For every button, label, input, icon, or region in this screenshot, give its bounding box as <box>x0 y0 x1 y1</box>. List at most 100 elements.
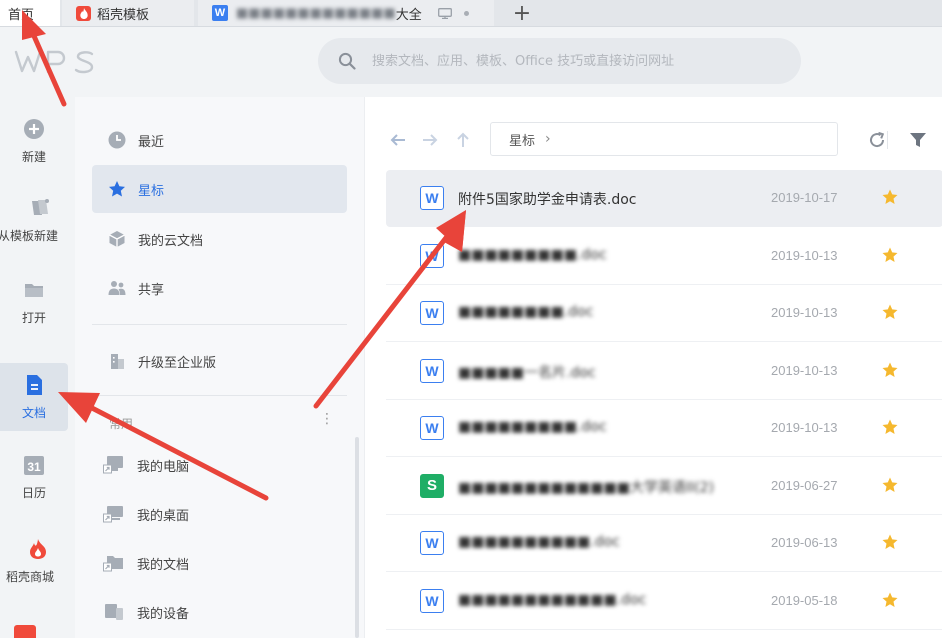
main-panel: 星标 › W 附件5国家助学金申请表.doc 2019-10-17 W ■■■■■■■■… <box>364 97 942 638</box>
scrollbar[interactable] <box>355 437 359 638</box>
nav-item-cloud-docs-label: 我的云文档 <box>138 233 204 249</box>
chevron-right-icon: › <box>545 131 551 147</box>
writer-doc-file-icon: W <box>420 588 444 613</box>
rail-calendar[interactable]: 31 日历 <box>0 443 68 511</box>
new-tab-button[interactable]: + <box>510 0 534 26</box>
file-name: ■■■■■■■■■■.doc <box>458 534 620 550</box>
svg-text:31: 31 <box>27 460 41 474</box>
tab-document-blurred-title: ■■■■■■■■■■■■■ <box>236 5 396 21</box>
file-row[interactable]: W 附件5国家助学金申请表.doc 2019-10-17 <box>386 170 942 227</box>
tab-home[interactable]: 首页 <box>0 0 60 26</box>
writer-doc-file-icon: W <box>420 531 444 555</box>
file-row[interactable]: W ■■■■■一名片.doc 2019-10-13 <box>386 343 942 400</box>
writer-doc-file-icon: W <box>420 186 444 210</box>
template-icon <box>32 198 49 215</box>
nav-item-upgrade-label: 升级至企业版 <box>138 355 217 371</box>
file-row[interactable]: W ■■■■■■■■.doc 2019-10-13 <box>386 285 942 342</box>
file-row[interactable]: W ■■■■■■■■■■■■.doc 2019-05-18 <box>386 573 942 630</box>
location-my-documents[interactable]: 我的文档 <box>103 543 333 583</box>
file-name: ■■■■■■■■■.doc <box>458 246 607 263</box>
search-bar[interactable] <box>318 38 801 84</box>
toolbar-separator <box>887 131 888 149</box>
location-my-devices[interactable]: 我的设备 <box>103 592 333 632</box>
location-my-desktop-label: 我的桌面 <box>137 508 190 524</box>
file-date: 2019-10-13 <box>771 305 838 320</box>
nav-item-cloud-docs[interactable]: 我的云文档 <box>92 215 347 263</box>
location-my-documents-label: 我的文档 <box>137 557 190 573</box>
more-options-icon[interactable]: ⋮ <box>320 411 334 427</box>
writer-doc-file-icon: W <box>420 301 444 325</box>
rail-documents[interactable]: 文档 <box>0 363 68 431</box>
nav-item-shared-label: 共享 <box>138 282 165 298</box>
nav-item-recent-label: 最近 <box>138 134 165 150</box>
location-my-devices-label: 我的设备 <box>137 606 190 622</box>
computer-shortcut-icon <box>103 456 123 474</box>
nav-item-shared[interactable]: 共享 <box>92 264 347 312</box>
file-name: ■■■■■■■■■■■■.doc <box>458 591 647 608</box>
refresh-icon[interactable] <box>867 130 887 150</box>
rail-documents-label: 文档 <box>21 405 46 420</box>
writer-doc-file-icon: W <box>420 358 444 383</box>
rail-docer-store[interactable]: 稻壳商城 <box>0 527 68 595</box>
spreadsheet-file-icon: S <box>420 473 444 498</box>
search-icon <box>338 52 356 70</box>
file-row[interactable]: W ■■■■■■■■■.doc 2019-10-13 <box>386 228 942 285</box>
left-rail: 新建 从模板新建 打开 文档 31 日历 稻壳商城 <box>0 97 75 638</box>
tab-document[interactable]: W ■■■■■■■■■■■■■ 大全 <box>198 0 494 26</box>
nav-item-starred-label: 星标 <box>138 183 165 199</box>
file-name: 附件5国家助学金申请表.doc <box>458 192 637 208</box>
up-arrow-icon[interactable] <box>454 131 472 149</box>
nav-item-starred[interactable]: 星标 <box>92 165 347 213</box>
file-date: 2019-06-13 <box>771 535 838 550</box>
star-icon[interactable] <box>881 303 899 321</box>
file-date: 2019-10-17 <box>771 190 838 205</box>
plus-circle-icon <box>24 118 44 139</box>
tab-home-label: 首页 <box>8 7 35 23</box>
location-my-computer[interactable]: 我的电脑 <box>103 445 333 485</box>
rail-new-from-template[interactable]: 从模板新建 <box>0 186 68 254</box>
tab-close-dot-icon[interactable] <box>463 10 469 16</box>
rail-open[interactable]: 打开 <box>0 268 68 336</box>
location-my-desktop[interactable]: 我的桌面 <box>103 494 333 534</box>
file-toolbar: 星标 › <box>365 121 942 159</box>
desktop-shortcut-icon <box>103 506 123 523</box>
file-row[interactable]: S ■■■■■■■■■■■■■大学英语II(2) 2019-06-27 <box>386 458 942 515</box>
star-icon[interactable] <box>881 188 899 206</box>
filter-icon[interactable] <box>908 130 928 150</box>
calendar-icon: 31 <box>24 455 44 475</box>
docer-store-icon <box>30 538 46 559</box>
file-name: ■■■■■一名片.doc <box>458 364 596 381</box>
writer-doc-file-icon: W <box>420 416 444 440</box>
building-icon <box>111 354 124 369</box>
back-arrow-icon[interactable] <box>389 131 407 149</box>
star-icon[interactable] <box>881 591 899 609</box>
forward-arrow-icon[interactable] <box>421 131 439 149</box>
file-row[interactable]: W ■■■■■■■■■■.doc 2019-06-13 <box>386 515 942 572</box>
star-icon[interactable] <box>881 246 899 264</box>
star-icon[interactable] <box>881 418 899 436</box>
location-my-computer-label: 我的电脑 <box>137 459 190 475</box>
tab-docer-templates[interactable]: 稻壳模板 <box>62 0 194 26</box>
document-icon <box>27 374 42 395</box>
file-date: 2019-10-13 <box>771 247 838 263</box>
star-icon[interactable] <box>881 533 899 551</box>
rail-new-label: 新建 <box>21 149 46 164</box>
rail-open-label: 打开 <box>21 310 46 325</box>
search-input[interactable] <box>370 52 774 70</box>
documents-folder-shortcut-icon <box>103 556 123 572</box>
nav-item-upgrade-enterprise[interactable]: 升级至企业版 <box>92 337 347 385</box>
people-icon <box>108 281 126 295</box>
rail-calendar-label: 日历 <box>21 485 46 500</box>
cloud-box-icon <box>109 231 125 247</box>
docer-icon <box>76 5 91 21</box>
breadcrumb[interactable]: 星标 › <box>490 122 838 156</box>
star-icon[interactable] <box>881 476 899 494</box>
nav-item-recent[interactable]: 最近 <box>92 116 347 164</box>
file-row[interactable]: W ■■■■■■■■■.doc 2019-10-13 <box>386 400 942 457</box>
star-icon[interactable] <box>881 361 899 379</box>
file-date: 2019-06-27 <box>771 477 838 493</box>
devices-icon <box>105 604 123 620</box>
monitor-icon[interactable] <box>437 7 452 19</box>
rail-new[interactable]: 新建 <box>0 107 68 175</box>
rail-more-app-icon[interactable] <box>14 625 36 638</box>
